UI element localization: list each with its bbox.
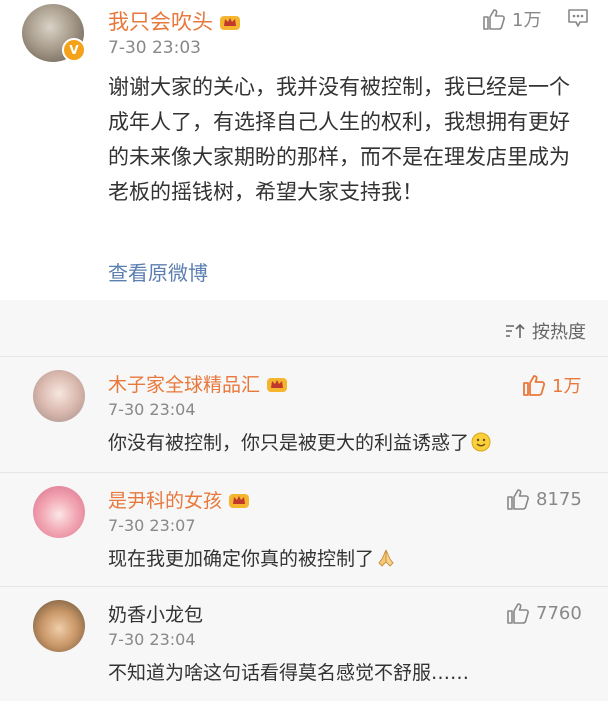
vip-crown-icon: [220, 16, 240, 30]
post-timestamp: 7-30 23:03: [108, 38, 201, 58]
comment-like-count: 1万: [552, 376, 582, 397]
view-original-link[interactable]: 查看原微博: [108, 257, 208, 286]
commenter-avatar[interactable]: [33, 600, 85, 652]
praying-hands-emoji-icon: [378, 549, 394, 567]
commenter-name[interactable]: 是尹科的女孩: [108, 486, 250, 513]
sort-label: 按热度: [532, 322, 586, 343]
post-body: 谢谢大家的关心，我并没有被控制，我已经是一个成年人了，有选择自己人生的权利，我想…: [108, 75, 570, 204]
thumbs-up-liked-icon: [523, 375, 546, 396]
post-author-name[interactable]: 我只会吹头: [108, 6, 241, 36]
comment-like-button[interactable]: 1万: [522, 372, 581, 398]
commenter-name-text: 木子家全球精品汇: [108, 374, 261, 396]
commenter-name[interactable]: 奶香小龙包: [108, 600, 203, 627]
comment-item: 是尹科的女孩 7-30 23:07 8175 现在我更加确定你真的被控制了: [0, 478, 608, 591]
commenter-name-text: 是尹科的女孩: [108, 490, 223, 512]
divider: [0, 356, 608, 357]
post-like-count: 1万: [512, 10, 542, 31]
comment-timestamp: 7-30 23:07: [108, 516, 196, 535]
comment-text: 现在我更加确定你真的被控制了: [108, 544, 396, 571]
commenter-name[interactable]: 木子家全球精品汇: [108, 370, 288, 397]
comment-text-body: 现在我更加确定你真的被控制了: [108, 548, 375, 570]
comment-like-count: 7760: [536, 602, 582, 624]
comment-like-button[interactable]: 7760: [506, 602, 582, 624]
vip-crown-icon: [229, 494, 250, 508]
commenter-avatar[interactable]: [33, 486, 85, 538]
comment-like-count: 8175: [536, 488, 582, 510]
divider: [0, 472, 608, 473]
original-post: V 我只会吹头 7-30 23:03 1万 谢谢大家的关心，我并没有被控制，我已…: [0, 0, 608, 300]
comment-like-button[interactable]: 8175: [506, 488, 582, 510]
commenter-avatar[interactable]: [33, 370, 85, 422]
comments-section: 按热度 木子家全球精品汇 7-30 23:04 1万 你没有被控制，你只是被更大…: [0, 300, 608, 701]
divider: [0, 586, 608, 587]
thumbs-up-icon: [507, 603, 529, 624]
thumbs-up-icon: [483, 9, 505, 30]
comment-text: 不知道为啥这句话看得莫名感觉不舒服……: [108, 662, 470, 684]
sort-by-hot-button[interactable]: 按热度: [504, 318, 586, 344]
sort-icon: [506, 323, 525, 338]
comment-timestamp: 7-30 23:04: [108, 630, 196, 649]
vip-crown-icon: [267, 378, 288, 392]
post-author-name-text: 我只会吹头: [108, 10, 213, 34]
comment-text-body: 你没有被控制，你只是被更大的利益诱惑了: [108, 432, 470, 454]
smiley-emoji-icon: [471, 432, 491, 452]
comment-menu-icon[interactable]: [567, 8, 589, 28]
comment-item: 奶香小龙包 7-30 23:04 7760 不知道为啥这句话看得莫名感觉不舒服……: [0, 592, 608, 705]
comment-text: 你没有被控制，你只是被更大的利益诱惑了: [108, 428, 491, 455]
comment-item: 木子家全球精品汇 7-30 23:04 1万 你没有被控制，你只是被更大的利益诱…: [0, 362, 608, 475]
thumbs-up-icon: [507, 489, 529, 510]
verified-badge: V: [62, 38, 86, 62]
comment-timestamp: 7-30 23:04: [108, 400, 196, 419]
post-like-button[interactable]: 1万: [482, 6, 541, 32]
